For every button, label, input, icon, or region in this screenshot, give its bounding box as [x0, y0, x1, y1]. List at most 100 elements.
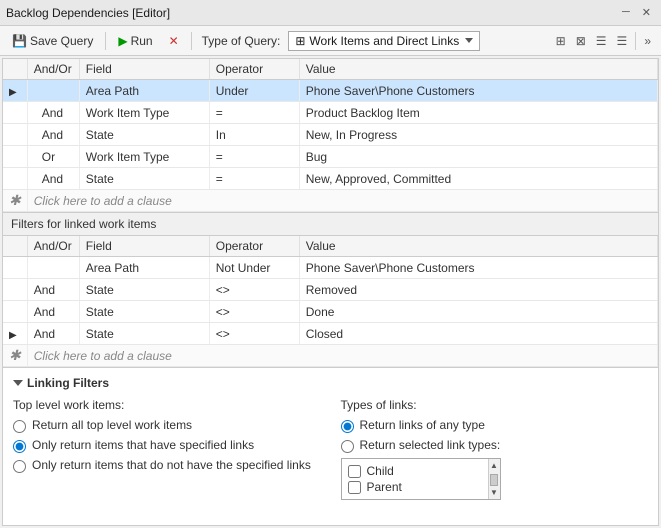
toolbar-icon-btn-3[interactable]: ☰: [592, 32, 611, 50]
linked-row-3-value[interactable]: Done: [299, 301, 657, 323]
scrollbar-up-icon[interactable]: ▲: [488, 459, 500, 472]
row-2-andor[interactable]: And: [27, 102, 79, 124]
row-1-value[interactable]: Phone Saver\Phone Customers: [299, 80, 657, 102]
radio-specified-links[interactable]: Only return items that have specified li…: [13, 438, 321, 453]
linked-row-4-andor[interactable]: And: [27, 323, 79, 345]
linked-row-2-value[interactable]: Removed: [299, 279, 657, 301]
radio-no-specified-links-input[interactable]: [13, 460, 26, 473]
row-5-field[interactable]: State: [79, 168, 209, 190]
radio-specified-links-input[interactable]: [13, 440, 26, 453]
scrollbar-thumb[interactable]: [490, 474, 498, 486]
linked-row-1-andor: [27, 257, 79, 279]
row-4-indicator: [3, 146, 27, 168]
linked-row-4[interactable]: ▶ And State <> Closed: [3, 323, 658, 345]
radio-any-type-input[interactable]: [341, 420, 354, 433]
row-5-value[interactable]: New, Approved, Committed: [299, 168, 657, 190]
linked-row-1-indicator: [3, 257, 27, 279]
row-4-value[interactable]: Bug: [299, 146, 657, 168]
th-andor-upper: And/Or: [27, 59, 79, 80]
scrollbar-down-icon[interactable]: ▼: [488, 486, 500, 499]
linked-row-2-operator[interactable]: <>: [209, 279, 299, 301]
linked-row-1-field[interactable]: Area Path: [79, 257, 209, 279]
linked-row-2-andor[interactable]: And: [27, 279, 79, 301]
radio-any-type[interactable]: Return links of any type: [341, 418, 649, 433]
row-2-indicator: [3, 102, 27, 124]
row-4-operator[interactable]: =: [209, 146, 299, 168]
row-5-andor[interactable]: And: [27, 168, 79, 190]
link-type-parent[interactable]: Parent: [346, 479, 482, 495]
row-3-operator[interactable]: In: [209, 124, 299, 146]
toolbar-icon-btn-2[interactable]: ⊠: [572, 32, 590, 50]
row-1-operator[interactable]: Under: [209, 80, 299, 102]
th-linked-operator: Operator: [209, 236, 299, 257]
radio-all-top-level[interactable]: Return all top level work items: [13, 418, 321, 433]
linked-add-clause-text[interactable]: Click here to add a clause: [27, 345, 657, 367]
run-button[interactable]: ▶ Run: [112, 32, 158, 50]
row-2-value[interactable]: Product Backlog Item: [299, 102, 657, 124]
toolbar-end: ⊞ ⊠ ☰ ☰ »: [552, 32, 655, 50]
radio-all-top-level-input[interactable]: [13, 420, 26, 433]
linked-row-3[interactable]: And State <> Done: [3, 301, 658, 323]
linking-filters-title: Linking Filters: [13, 376, 648, 390]
link-type-child-checkbox[interactable]: [348, 465, 361, 478]
row-3-value[interactable]: New, In Progress: [299, 124, 657, 146]
upper-row-4[interactable]: Or Work Item Type = Bug: [3, 146, 658, 168]
toolbar-icon-btn-4[interactable]: ☰: [613, 32, 632, 50]
linked-row-1-operator[interactable]: Not Under: [209, 257, 299, 279]
title-bar-pin[interactable]: ─: [618, 5, 634, 20]
triangle-down-icon: [13, 380, 23, 386]
th-linked-field: Field: [79, 236, 209, 257]
upper-add-clause-text[interactable]: Click here to add a clause: [27, 190, 657, 212]
link-type-parent-checkbox[interactable]: [348, 481, 361, 494]
row-3-field[interactable]: State: [79, 124, 209, 146]
linked-row-1-value[interactable]: Phone Saver\Phone Customers: [299, 257, 657, 279]
th-indicator: [3, 59, 27, 80]
row-2-operator[interactable]: =: [209, 102, 299, 124]
types-label: Types of links:: [341, 398, 649, 412]
th-linked-andor: And/Or: [27, 236, 79, 257]
link-types-scrollbar: ▲ ▼: [488, 459, 500, 499]
linked-row-3-field[interactable]: State: [79, 301, 209, 323]
row-4-andor[interactable]: Or: [27, 146, 79, 168]
linked-row-1[interactable]: Area Path Not Under Phone Saver\Phone Cu…: [3, 257, 658, 279]
row-3-andor[interactable]: And: [27, 124, 79, 146]
linked-row-2-field[interactable]: State: [79, 279, 209, 301]
query-type-dropdown[interactable]: ⊞ Work Items and Direct Links: [288, 31, 480, 51]
row-1-field[interactable]: Area Path: [79, 80, 209, 102]
linked-row-2-indicator: [3, 279, 27, 301]
row-4-field[interactable]: Work Item Type: [79, 146, 209, 168]
toolbar-overflow-button[interactable]: »: [640, 32, 655, 50]
stop-button[interactable]: ✕: [163, 32, 185, 50]
upper-row-5[interactable]: And State = New, Approved, Committed: [3, 168, 658, 190]
radio-no-specified-links[interactable]: Only return items that do not have the s…: [13, 458, 321, 473]
linked-row-4-field[interactable]: State: [79, 323, 209, 345]
row-1-indicator: ▶: [3, 80, 27, 102]
linked-row-4-operator[interactable]: <>: [209, 323, 299, 345]
linked-table-header-row: And/Or Field Operator Value: [3, 236, 658, 257]
upper-row-2[interactable]: And Work Item Type = Product Backlog Ite…: [3, 102, 658, 124]
link-types-box: Child Parent ▲ ▼: [341, 458, 501, 500]
linked-add-clause-row[interactable]: ✱ Click here to add a clause: [3, 345, 658, 367]
toolbar-icon-btn-1[interactable]: ⊞: [552, 32, 570, 50]
upper-add-clause-row[interactable]: ✱ Click here to add a clause: [3, 190, 658, 212]
linked-row-3-andor[interactable]: And: [27, 301, 79, 323]
th-value-upper: Value: [299, 59, 657, 80]
row-2-field[interactable]: Work Item Type: [79, 102, 209, 124]
linked-row-4-value[interactable]: Closed: [299, 323, 657, 345]
linked-row-2[interactable]: And State <> Removed: [3, 279, 658, 301]
upper-row-3[interactable]: And State In New, In Progress: [3, 124, 658, 146]
link-type-child[interactable]: Child: [346, 463, 482, 479]
run-icon: ▶: [118, 34, 127, 48]
linked-row-3-indicator: [3, 301, 27, 323]
linked-row-3-operator[interactable]: <>: [209, 301, 299, 323]
row-3-indicator: [3, 124, 27, 146]
save-icon: 💾: [12, 34, 27, 48]
radio-selected-types-input[interactable]: [341, 440, 354, 453]
title-bar-close[interactable]: ✕: [638, 5, 655, 20]
save-query-button[interactable]: 💾 Save Query: [6, 32, 99, 50]
toolbar-divider-1: [105, 32, 106, 50]
upper-row-1[interactable]: ▶ Area Path Under Phone Saver\Phone Cust…: [3, 80, 658, 102]
row-5-indicator: [3, 168, 27, 190]
row-5-operator[interactable]: =: [209, 168, 299, 190]
radio-selected-types[interactable]: Return selected link types:: [341, 438, 649, 453]
